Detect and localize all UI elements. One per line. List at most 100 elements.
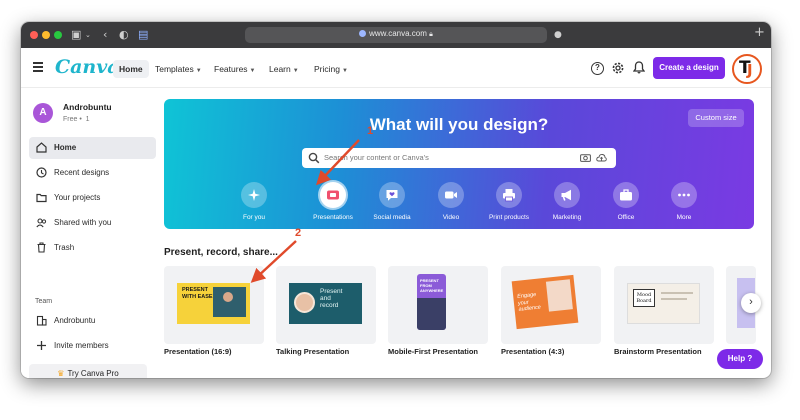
nav-home[interactable]: Home	[113, 60, 149, 78]
nav-learn[interactable]: Learn ▼	[269, 60, 299, 78]
canva-logo[interactable]: Canva	[55, 56, 120, 78]
upload-cloud-icon[interactable]	[596, 153, 607, 162]
thumbnail-text: Engage your audience	[516, 291, 542, 313]
custom-size-button[interactable]: Custom size	[688, 109, 744, 127]
sidebar-item-recent-designs[interactable]: Recent designs	[29, 162, 156, 184]
category-label: Video	[442, 214, 460, 221]
category-social-media[interactable]: Social media	[362, 182, 422, 221]
scroll-right-button[interactable]: ›	[741, 293, 761, 313]
template-card-label[interactable]: Mobile-First Presentation	[388, 347, 478, 356]
thumbnail-text: Mood Board	[633, 289, 655, 307]
nav-templates[interactable]: Templates ▼	[155, 60, 202, 78]
template-card-label[interactable]: Presentation (4:3)	[501, 347, 564, 356]
site-icon	[359, 30, 367, 37]
video-icon	[438, 182, 464, 208]
annotation-number-2: 2	[295, 227, 302, 239]
sidebar-item-label: Your projects	[54, 193, 101, 202]
privacy-shield-icon[interactable]: ◐	[119, 27, 129, 43]
sidebar-item-invite-members[interactable]: Invite members	[29, 335, 156, 357]
sidebar-item-label: Recent designs	[54, 168, 110, 177]
chevron-right-icon: ›	[749, 296, 753, 308]
category-label: Office	[617, 214, 635, 221]
thumbnail: Engage your audience	[511, 274, 579, 330]
thumbnail: PRESENT WITH EASE	[177, 283, 250, 324]
reader-icon[interactable]: ●	[554, 27, 562, 43]
template-card-presentation-16-9[interactable]: PRESENT WITH EASE	[164, 266, 264, 344]
section-title: Present, record, share...	[164, 247, 278, 258]
create-design-button[interactable]: Create a design	[653, 57, 725, 79]
address-bar[interactable]: www.canva.com 🔒︎	[245, 27, 547, 43]
category-print-products[interactable]: Print products	[479, 182, 539, 221]
category-label: Print products	[488, 214, 530, 221]
chevron-down-icon[interactable]: ⌄	[85, 27, 91, 43]
template-card-talking-presentation[interactable]: Present and record	[276, 266, 376, 344]
sparkle-icon	[241, 182, 267, 208]
thumbnail-line	[661, 298, 687, 300]
extension-icon[interactable]: ▤	[138, 27, 148, 43]
template-card-presentation-4-3[interactable]: Engage your audience	[501, 266, 601, 344]
search-placeholder: Search your content or Canva's	[324, 153, 429, 162]
category-presentations[interactable]: Presentations	[303, 182, 363, 221]
category-label: Presentations	[313, 214, 353, 221]
minimize-window-button[interactable]	[42, 31, 50, 39]
user-name[interactable]: Androbuntu	[63, 102, 112, 112]
folder-icon	[36, 193, 47, 203]
design-search-input[interactable]: Search your content or Canva's	[302, 148, 616, 168]
thumbnail-text: Present and record	[320, 288, 343, 309]
help-button[interactable]: Help ?	[717, 349, 763, 369]
bell-icon[interactable]	[633, 61, 645, 74]
sidebar-toggle-icon[interactable]: ▣	[71, 27, 81, 43]
template-card-mobile-first-presentation[interactable]: PRESENT FROM ANYWHERE	[388, 266, 488, 344]
category-more[interactable]: More	[654, 182, 714, 221]
thumbnail-photo	[417, 298, 446, 330]
sidebar-item-your-projects[interactable]: Your projects	[29, 187, 156, 209]
category-for-you[interactable]: For you	[224, 182, 284, 221]
thumbnail: Mood Board	[627, 283, 700, 324]
hero-banner: What will you design? Custom size Search…	[164, 99, 754, 229]
template-card-brainstorm-presentation[interactable]: Mood Board	[614, 266, 714, 344]
close-window-button[interactable]	[30, 31, 38, 39]
template-card-label[interactable]: Talking Presentation	[276, 347, 349, 356]
category-office[interactable]: Office	[596, 182, 656, 221]
profile-avatar[interactable]: T J	[732, 54, 762, 84]
category-marketing[interactable]: Marketing	[537, 182, 597, 221]
template-card-label[interactable]: Presentation (16:9)	[164, 347, 232, 356]
gear-icon[interactable]	[611, 61, 625, 75]
search-icon	[308, 152, 320, 164]
url-text: www.canva.com	[369, 29, 427, 38]
chevron-down-icon: ▼	[292, 68, 299, 74]
sidebar-item-trash[interactable]: Trash	[29, 237, 156, 259]
user-avatar[interactable]: A	[33, 103, 53, 123]
thumbnail-line	[661, 292, 693, 294]
back-icon[interactable]: ‹	[103, 27, 107, 43]
top-navigation: Canva Home Templates ▼ Features ▼ Learn ▼ P…	[21, 48, 771, 88]
people-icon	[36, 218, 47, 228]
camera-icon[interactable]	[580, 153, 591, 162]
category-video[interactable]: Video	[421, 182, 481, 221]
pro-label: Try Canva Pro	[67, 369, 119, 378]
more-icon	[671, 182, 697, 208]
nav-pricing[interactable]: Pricing ▼	[314, 60, 348, 78]
clock-icon	[36, 167, 47, 178]
printer-icon	[496, 182, 522, 208]
thumbnail-person	[294, 292, 315, 313]
sidebar-item-home[interactable]: Home	[29, 137, 156, 159]
template-card-label[interactable]: Brainstorm Presentation	[614, 347, 702, 356]
sidebar-item-label: Home	[54, 143, 77, 152]
presentation-icon	[320, 182, 346, 208]
thumbnail-photo	[545, 279, 573, 312]
chevron-down-icon: ▼	[195, 68, 202, 74]
user-plan: Free • 1	[63, 116, 90, 123]
sidebar-item-shared-with-you[interactable]: Shared with you	[29, 212, 156, 234]
browser-window: ▣ ⌄ ‹ ◐ ▤ www.canva.com 🔒︎ ● + Canva Hom…	[21, 22, 771, 378]
building-icon	[36, 315, 47, 326]
megaphone-icon	[554, 182, 580, 208]
menu-icon[interactable]	[33, 62, 43, 72]
sidebar-item-team-androbuntu[interactable]: Androbuntu	[29, 310, 156, 332]
new-tab-icon[interactable]: +	[754, 25, 765, 41]
nav-features[interactable]: Features ▼	[214, 60, 256, 78]
chevron-down-icon: ▼	[249, 68, 256, 74]
try-canva-pro-button[interactable]: ♛ Try Canva Pro	[29, 364, 147, 378]
help-icon[interactable]: ?	[591, 62, 604, 75]
zoom-window-button[interactable]	[54, 31, 62, 39]
